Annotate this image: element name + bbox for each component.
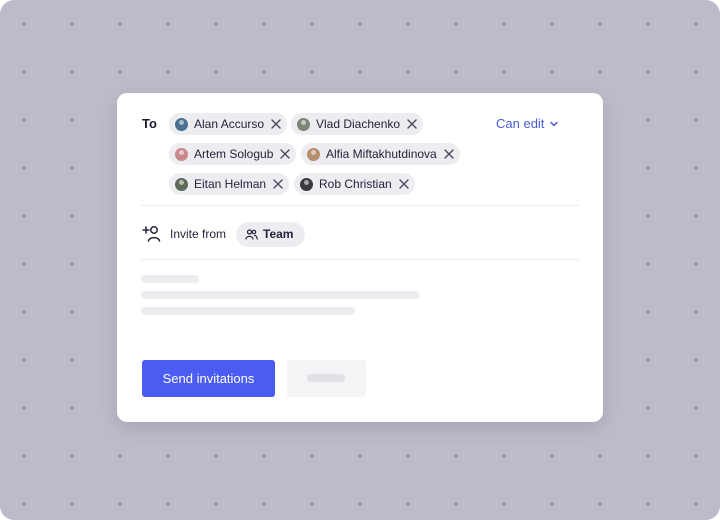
send-invitations-button[interactable]: Send invitations	[142, 360, 275, 397]
divider	[141, 205, 579, 206]
permission-dropdown[interactable]: Can edit	[496, 116, 559, 131]
permission-label: Can edit	[496, 116, 545, 131]
close-icon[interactable]	[280, 149, 291, 159]
team-source-button[interactable]: Team	[236, 221, 306, 247]
team-label: Team	[263, 227, 294, 241]
skeleton-line	[141, 307, 355, 315]
recipient-name: Alfia Miftakhutdinova	[326, 147, 437, 161]
avatar	[175, 117, 188, 131]
backdrop: To Alan Accurso Vlad Diachenko Artem Sol…	[0, 0, 720, 520]
team-icon	[245, 228, 258, 240]
secondary-button[interactable]	[287, 360, 366, 397]
close-icon[interactable]	[271, 119, 281, 129]
close-icon[interactable]	[273, 179, 283, 189]
recipient-name: Eitan Helman	[194, 177, 267, 191]
avatar	[175, 177, 188, 191]
add-person-icon	[142, 226, 161, 242]
recipient-chip[interactable]: Vlad Diachenko	[291, 113, 424, 135]
close-icon[interactable]	[407, 119, 417, 129]
avatar	[297, 117, 310, 131]
skeleton-line	[141, 291, 420, 299]
recipient-chip[interactable]: Eitan Helman	[169, 173, 290, 195]
recipient-name: Alan Accurso	[194, 117, 265, 131]
skeleton-line	[141, 275, 199, 283]
close-icon[interactable]	[444, 149, 454, 159]
recipient-name: Vlad Diachenko	[316, 117, 401, 131]
invite-from-label: Invite from	[170, 227, 227, 241]
avatar	[307, 147, 320, 161]
recipient-chip[interactable]: Artem Sologub	[169, 143, 297, 165]
recipient-chip[interactable]: Alan Accurso	[169, 113, 288, 135]
recipient-chip[interactable]: Rob Christian	[294, 173, 415, 195]
chevron-down-icon	[550, 121, 559, 126]
recipient-name: Artem Sologub	[194, 147, 274, 161]
recipient-name: Rob Christian	[319, 177, 392, 191]
close-icon[interactable]	[399, 179, 409, 189]
skeleton-label	[307, 374, 345, 382]
divider	[141, 259, 579, 260]
share-dialog: To Alan Accurso Vlad Diachenko Artem Sol…	[117, 93, 603, 422]
recipient-chip[interactable]: Alfia Miftakhutdinova	[301, 143, 460, 165]
to-label: To	[142, 116, 157, 131]
avatar	[300, 177, 313, 191]
avatar	[175, 147, 188, 161]
invite-from-row: Invite from Team	[142, 221, 306, 247]
